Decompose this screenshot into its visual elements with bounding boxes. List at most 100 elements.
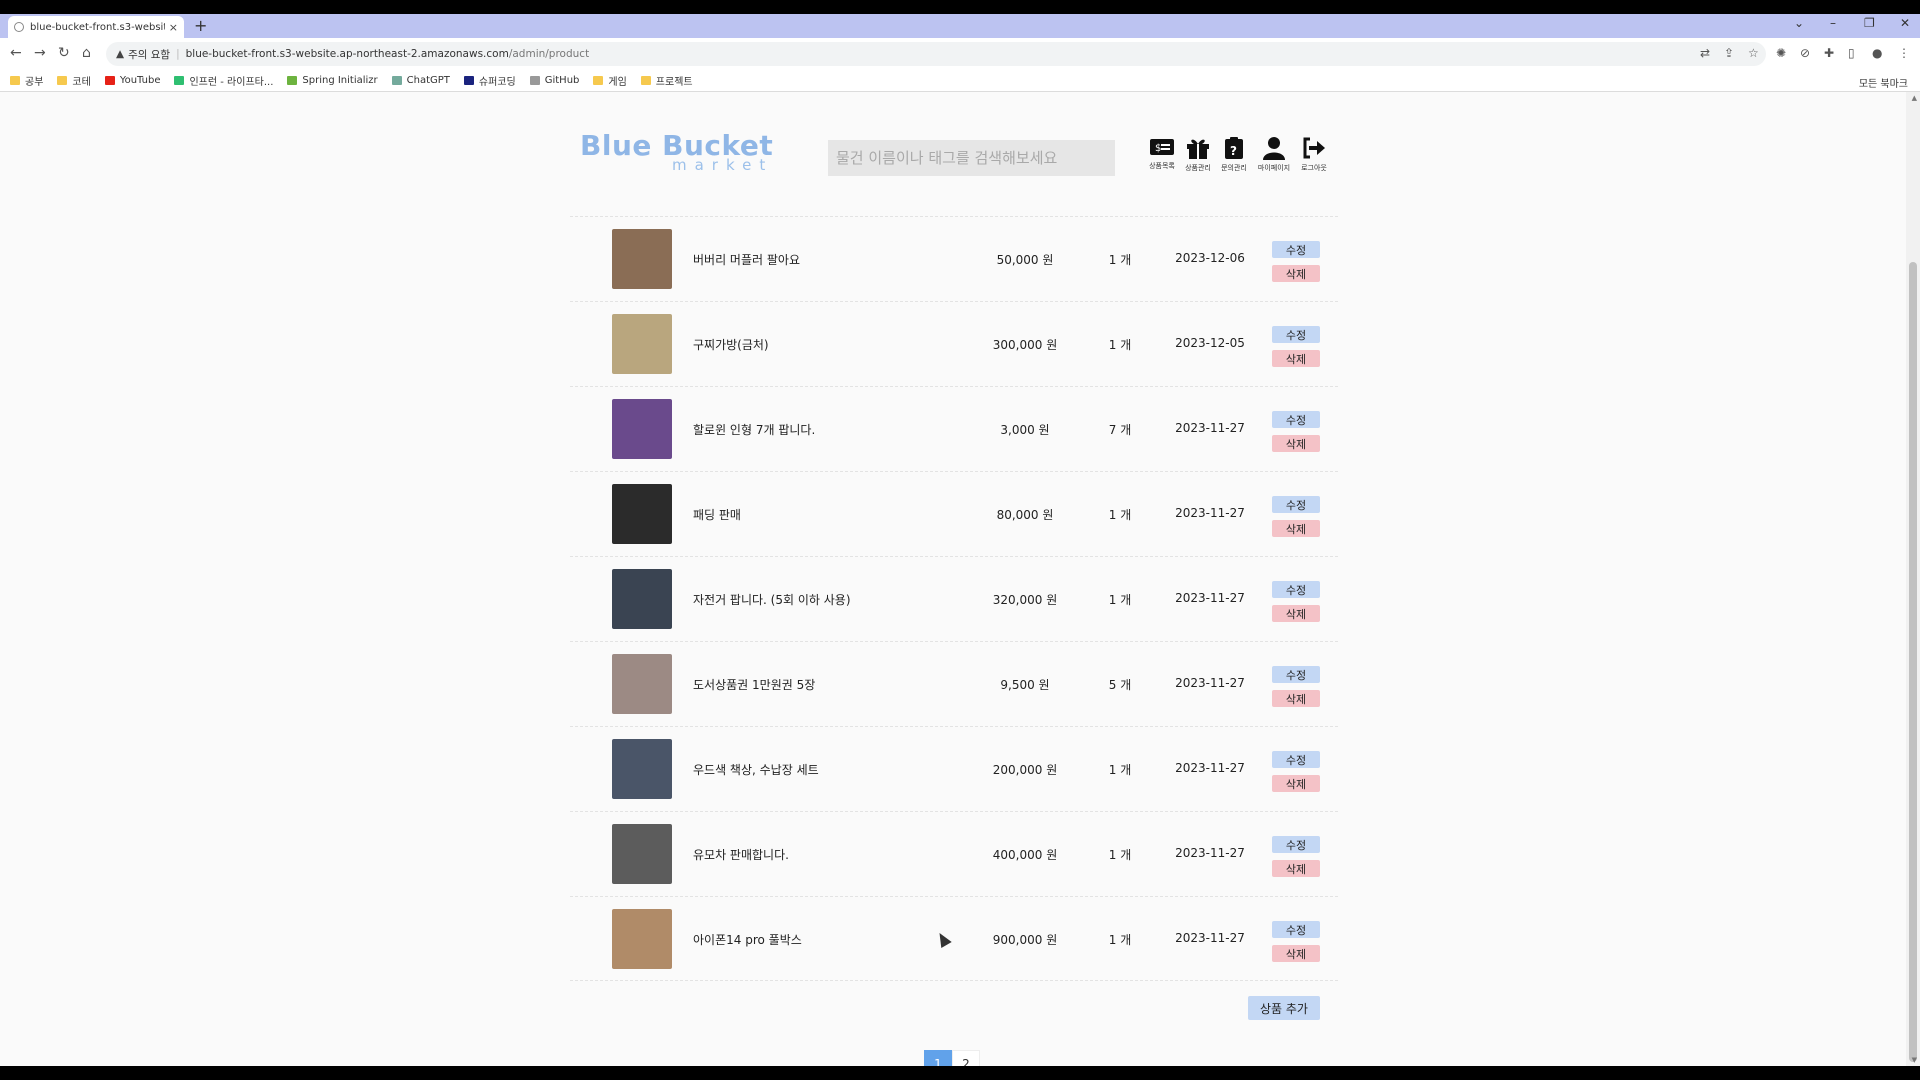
scrollbar[interactable]: ▲ ▼ bbox=[1906, 92, 1920, 1066]
nav-inquiries[interactable]: ? 문의관리 bbox=[1216, 136, 1252, 173]
edit-button[interactable]: 수정 bbox=[1272, 326, 1320, 343]
new-tab-button[interactable]: + bbox=[194, 16, 207, 35]
home-icon[interactable]: ⌂ bbox=[82, 45, 91, 61]
all-bookmarks-button[interactable]: 모든 북마크 bbox=[1859, 75, 1908, 90]
delete-button[interactable]: 삭제 bbox=[1272, 860, 1320, 877]
shield-icon[interactable]: ⊘ bbox=[1800, 46, 1810, 60]
edit-button[interactable]: 수정 bbox=[1272, 581, 1320, 598]
bookmark-icon bbox=[391, 76, 402, 85]
browser-tab[interactable]: blue-bucket-front.s3-website.a × bbox=[8, 16, 184, 38]
product-name[interactable]: 버버리 머플러 팔아요 bbox=[693, 251, 800, 268]
tab-search-icon[interactable]: ⌄ bbox=[1794, 16, 1804, 30]
edit-button[interactable]: 수정 bbox=[1272, 496, 1320, 513]
product-row: 유모차 판매합니다. 400,000 원 1 개 2023-11-27 수정삭제 bbox=[570, 811, 1338, 896]
product-quantity: 5 개 bbox=[1108, 678, 1132, 692]
bookmark-item[interactable]: ChatGPT bbox=[391, 75, 450, 86]
nav-sales[interactable]: $ 상품목록 bbox=[1144, 136, 1180, 171]
avatar[interactable]: ● bbox=[1872, 46, 1882, 60]
product-quantity: 7 개 bbox=[1108, 423, 1132, 437]
star-icon[interactable]: ☆ bbox=[1748, 46, 1759, 60]
product-quantity: 1 개 bbox=[1108, 848, 1132, 862]
menu-icon[interactable]: ⋮ bbox=[1898, 46, 1910, 60]
delete-button[interactable]: 삭제 bbox=[1272, 265, 1320, 282]
extension-icon[interactable]: ✺ bbox=[1776, 46, 1786, 60]
delete-button[interactable]: 삭제 bbox=[1272, 690, 1320, 707]
bookmark-icon bbox=[593, 76, 604, 85]
product-thumbnail[interactable] bbox=[612, 654, 672, 714]
product-name[interactable]: 아이폰14 pro 풀박스 bbox=[693, 931, 802, 948]
edit-button[interactable]: 수정 bbox=[1272, 241, 1320, 258]
add-product-button[interactable]: 상품 추가 bbox=[1248, 996, 1320, 1020]
browser-window: blue-bucket-front.s3-website.a × + ⌄ – ❐… bbox=[0, 14, 1920, 1066]
bookmark-item[interactable]: GitHub bbox=[529, 75, 579, 86]
product-thumbnail[interactable] bbox=[612, 569, 672, 629]
product-price: 400,000 원 bbox=[992, 848, 1058, 862]
product-name[interactable]: 자전거 팝니다. (5회 이하 사용) bbox=[693, 591, 851, 608]
bookmark-item[interactable]: YouTube bbox=[104, 75, 161, 86]
bookmark-item[interactable]: 공부 bbox=[10, 73, 43, 88]
nav-products[interactable]: 상품관리 bbox=[1180, 136, 1216, 173]
browser-toolbar: ← → ↻ ⌂ ▲ 주의 요함 | blue-bucket-front.s3-w… bbox=[0, 38, 1920, 70]
sidepanel-icon[interactable]: ▯ bbox=[1848, 46, 1855, 60]
nav-label: 상품관리 bbox=[1185, 164, 1211, 172]
address-bar[interactable]: ▲ 주의 요함 | blue-bucket-front.s3-website.a… bbox=[106, 42, 1766, 66]
close-icon[interactable]: × bbox=[169, 21, 178, 34]
svg-text:$: $ bbox=[1155, 143, 1161, 154]
page-button[interactable]: 2 bbox=[952, 1050, 980, 1066]
product-date: 2023-12-06 bbox=[1175, 251, 1245, 265]
delete-button[interactable]: 삭제 bbox=[1272, 775, 1320, 792]
search-input[interactable] bbox=[828, 140, 1115, 176]
edit-button[interactable]: 수정 bbox=[1272, 666, 1320, 683]
scroll-up-icon[interactable]: ▲ bbox=[1912, 94, 1917, 102]
product-date: 2023-11-27 bbox=[1175, 846, 1245, 860]
product-name[interactable]: 패딩 판매 bbox=[693, 506, 741, 523]
bookmark-item[interactable]: Spring Initializr bbox=[287, 75, 378, 86]
back-icon[interactable]: ← bbox=[10, 45, 22, 61]
reload-icon[interactable]: ↻ bbox=[58, 45, 70, 61]
product-thumbnail[interactable] bbox=[612, 739, 672, 799]
puzzle-icon[interactable]: ✚ bbox=[1824, 46, 1834, 60]
scroll-down-icon[interactable]: ▼ bbox=[1912, 1056, 1917, 1064]
logout-icon bbox=[1303, 137, 1325, 159]
edit-button[interactable]: 수정 bbox=[1272, 411, 1320, 428]
restore-icon[interactable]: ❐ bbox=[1864, 16, 1875, 30]
delete-button[interactable]: 삭제 bbox=[1272, 435, 1320, 452]
product-thumbnail[interactable] bbox=[612, 909, 672, 969]
bookmark-item[interactable]: 게임 bbox=[593, 73, 627, 88]
bookmark-item[interactable]: 슈퍼코딩 bbox=[463, 73, 516, 88]
delete-button[interactable]: 삭제 bbox=[1272, 945, 1320, 962]
product-thumbnail[interactable] bbox=[612, 824, 672, 884]
nav-mypage[interactable]: 마이페이지 bbox=[1256, 136, 1292, 173]
product-name[interactable]: 우드색 책상, 수납장 세트 bbox=[693, 761, 819, 778]
minimize-icon[interactable]: – bbox=[1830, 16, 1836, 30]
product-name[interactable]: 할로윈 인형 7개 팝니다. bbox=[693, 421, 815, 438]
bookmark-item[interactable]: 코테 bbox=[57, 73, 91, 88]
delete-button[interactable]: 삭제 bbox=[1272, 605, 1320, 622]
bookmark-label: YouTube bbox=[119, 75, 161, 86]
product-quantity: 1 개 bbox=[1108, 763, 1132, 777]
product-thumbnail[interactable] bbox=[612, 314, 672, 374]
site-logo[interactable]: Blue Bucket market bbox=[580, 132, 773, 173]
delete-button[interactable]: 삭제 bbox=[1272, 350, 1320, 367]
nav-logout[interactable]: 로그아웃 bbox=[1296, 136, 1332, 173]
scrollbar-thumb[interactable] bbox=[1909, 262, 1917, 1062]
window-close-icon[interactable]: ✕ bbox=[1900, 16, 1910, 30]
edit-button[interactable]: 수정 bbox=[1272, 836, 1320, 853]
edit-button[interactable]: 수정 bbox=[1272, 921, 1320, 938]
share-icon[interactable]: ⇪ bbox=[1724, 46, 1734, 60]
delete-button[interactable]: 삭제 bbox=[1272, 520, 1320, 537]
translate-icon[interactable]: ⇄ bbox=[1700, 46, 1710, 60]
product-name[interactable]: 유모차 판매합니다. bbox=[693, 846, 789, 863]
url-path: /admin/product bbox=[508, 48, 590, 60]
forward-icon[interactable]: → bbox=[34, 45, 46, 61]
page-button[interactable]: 1 bbox=[924, 1050, 952, 1066]
divider: | bbox=[176, 48, 180, 60]
product-thumbnail[interactable] bbox=[612, 229, 672, 289]
product-thumbnail[interactable] bbox=[612, 399, 672, 459]
product-name[interactable]: 구찌가방(금처) bbox=[693, 336, 769, 353]
edit-button[interactable]: 수정 bbox=[1272, 751, 1320, 768]
product-name[interactable]: 도서상품권 1만원권 5장 bbox=[693, 676, 815, 693]
bookmark-item[interactable]: 인프런 - 라이프타... bbox=[174, 73, 273, 88]
product-thumbnail[interactable] bbox=[612, 484, 672, 544]
bookmark-item[interactable]: 프로젝트 bbox=[640, 73, 693, 88]
